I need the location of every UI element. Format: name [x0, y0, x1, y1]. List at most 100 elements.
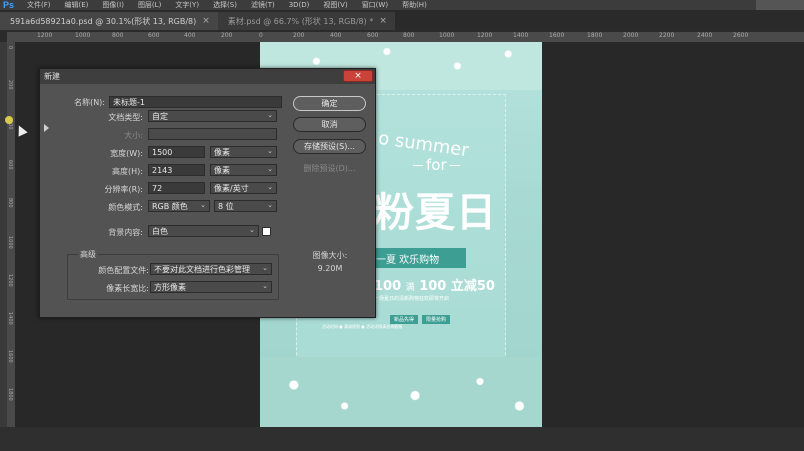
chevron-down-icon: ⌄ — [267, 165, 273, 173]
ruler-label: 1200 — [37, 32, 53, 39]
poster-for-text: for — [410, 156, 463, 174]
ruler-label: 1200 — [477, 32, 493, 39]
menu-image[interactable]: 图像(I) — [95, 0, 131, 10]
ruler-label: 1400 — [7, 312, 13, 325]
disclosure-arrow-icon — [44, 124, 49, 132]
status-bar — [0, 427, 804, 451]
poster-buttons: 新品先得 限量抢购 — [390, 315, 451, 324]
background-label: 背景内容: — [108, 228, 143, 237]
ruler-label: 200 — [7, 80, 13, 90]
tab-document-2[interactable]: 素材.psd @ 66.7% (形状 13, RGB/8) * × — [217, 12, 395, 30]
ruler-label: 2200 — [659, 32, 675, 39]
background-color-swatch[interactable] — [262, 227, 271, 236]
ruler-label: 0 — [259, 32, 263, 39]
poster-promo: 100 满 100 立减50 — [374, 275, 495, 294]
ruler-label: 2400 — [697, 32, 713, 39]
ruler-label: 1200 — [7, 274, 13, 287]
promo-discount: 立减50 — [450, 279, 495, 294]
menu-help[interactable]: 帮助(H) — [395, 0, 434, 10]
height-field[interactable]: 2143 — [148, 164, 205, 176]
tab-document-1[interactable]: 591a6d58921a0.psd @ 30.1%(形状 13, RGB/8) … — [0, 12, 218, 30]
menu-file[interactable]: 文件(F) — [20, 0, 58, 10]
horizontal-ruler[interactable]: 1200 1000 800 600 400 200 0 200 400 600 … — [7, 32, 804, 42]
ruler-label: 600 — [367, 32, 379, 39]
chevron-down-icon: ⌄ — [262, 282, 268, 290]
tools-panel[interactable] — [0, 42, 7, 427]
ruler-label: 400 — [330, 32, 342, 39]
delete-preset-button: 删除预设(D)... — [303, 164, 356, 173]
ruler-label: 600 — [148, 32, 160, 39]
ruler-label: 800 — [7, 198, 13, 208]
menu-bar: Ps 文件(F) 编辑(E) 图像(I) 图层(L) 文字(Y) 选择(S) 滤… — [0, 0, 804, 10]
ok-button[interactable]: 确定 — [293, 96, 366, 111]
color-mode-select[interactable]: RGB 颜色 ⌄ — [148, 200, 210, 212]
pixel-aspect-select[interactable]: 方形像素 ⌄ — [150, 281, 272, 293]
menu-select[interactable]: 选择(S) — [206, 0, 244, 10]
promo-separator: 满 — [405, 283, 415, 293]
bit-depth-select[interactable]: 8 位 ⌄ — [214, 200, 277, 212]
resolution-label: 分辨率(R): — [104, 185, 144, 194]
menu-3d[interactable]: 3D(D) — [282, 1, 317, 9]
new-document-dialog: 新建 × 名称(N): 未标题-1 文档类型: 自定 ⌄ 大小: 宽度(W): … — [39, 68, 376, 318]
chevron-down-icon: ⌄ — [249, 226, 255, 234]
pixel-aspect-label: 像素长宽比: — [106, 284, 149, 293]
poster-fine-print: 活动时间 ● 满减规则 ● 活动详情请咨询客服 — [322, 324, 403, 329]
menu-window[interactable]: 窗口(W) — [355, 0, 395, 10]
menu-view[interactable]: 视图(V) — [316, 0, 354, 10]
size-label: 大小: — [124, 131, 143, 140]
promo-amount: 100 — [419, 279, 447, 294]
ruler-label: 400 — [184, 32, 196, 39]
resolution-field[interactable]: 72 — [148, 182, 205, 194]
ruler-label: 1800 — [587, 32, 603, 39]
ruler-label: 800 — [403, 32, 415, 39]
width-unit-select[interactable]: 像素 ⌄ — [210, 146, 277, 158]
close-icon[interactable]: × — [202, 16, 210, 26]
pixel-aspect-value: 方形像素 — [154, 282, 186, 292]
background-select[interactable]: 白色 ⌄ — [148, 225, 259, 237]
vertical-ruler[interactable]: 0 200 400 600 800 1000 1200 1400 1600 18… — [7, 42, 15, 427]
window-controls[interactable] — [756, 0, 804, 10]
poster-description: 一场夏日的清新购物狂欢即将开启 — [374, 296, 450, 302]
document-tab-bar: 591a6d58921a0.psd @ 30.1%(形状 13, RGB/8) … — [0, 10, 804, 30]
promo-amount: 100 — [374, 279, 402, 294]
tab-label: 591a6d58921a0.psd @ 30.1%(形状 13, RGB/8) — [10, 16, 197, 26]
poster-title: 粉夏日 — [374, 190, 497, 236]
poster-ribbon: 一夏 欢乐购物 — [374, 248, 466, 268]
width-field[interactable]: 1500 — [148, 146, 205, 158]
width-unit-value: 像素 — [214, 147, 230, 157]
ruler-label: 2000 — [623, 32, 639, 39]
cancel-button[interactable]: 取消 — [293, 117, 366, 132]
menu-edit[interactable]: 编辑(E) — [58, 0, 96, 10]
size-select[interactable] — [148, 128, 277, 140]
resolution-unit-value: 像素/英寸 — [214, 183, 249, 193]
doctype-select[interactable]: 自定 ⌄ — [148, 110, 277, 122]
image-size-label: 图像大小: — [312, 251, 348, 260]
close-button[interactable]: × — [343, 70, 373, 82]
chevron-down-icon: ⌄ — [262, 264, 268, 272]
flower-decoration — [260, 357, 542, 427]
name-field[interactable]: 未标题-1 — [109, 96, 282, 108]
resolution-unit-select[interactable]: 像素/英寸 ⌄ — [210, 182, 277, 194]
bit-depth-value: 8 位 — [218, 201, 234, 211]
height-label: 高度(H): — [112, 167, 143, 176]
color-profile-value: 不要对此文档进行色彩管理 — [154, 264, 250, 274]
tab-label: 素材.psd @ 66.7% (形状 13, RGB/8) * — [227, 16, 374, 26]
ruler-label: 1800 — [7, 388, 13, 401]
height-unit-select[interactable]: 像素 ⌄ — [210, 164, 277, 176]
doctype-value: 自定 — [152, 111, 168, 121]
advanced-toggle[interactable]: 高级 — [78, 249, 98, 260]
close-icon[interactable]: × — [379, 16, 387, 26]
menu-filter[interactable]: 滤镜(T) — [244, 0, 282, 10]
chevron-down-icon: ⌄ — [267, 111, 273, 119]
ruler-label: 1400 — [513, 32, 529, 39]
menu-type[interactable]: 文字(Y) — [168, 0, 206, 10]
dialog-title: 新建 — [40, 69, 375, 84]
ruler-label: 800 — [112, 32, 124, 39]
ruler-label: 2600 — [733, 32, 749, 39]
color-profile-label: 颜色配置文件: — [98, 266, 149, 275]
color-profile-select[interactable]: 不要对此文档进行色彩管理 ⌄ — [150, 263, 272, 275]
save-preset-button[interactable]: 存储预设(S)... — [293, 139, 366, 154]
menu-layer[interactable]: 图层(L) — [131, 0, 168, 10]
ruler-label: 200 — [293, 32, 305, 39]
name-label: 名称(N): — [74, 98, 105, 107]
